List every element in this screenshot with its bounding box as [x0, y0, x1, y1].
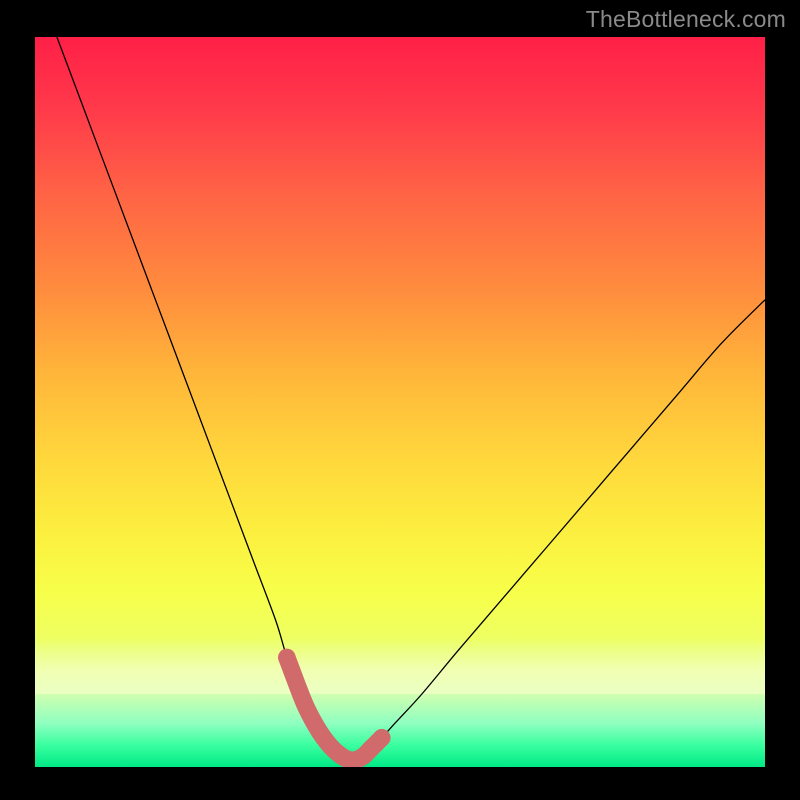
trough-dot	[373, 729, 391, 747]
curve-svg	[35, 37, 765, 767]
bottleneck-curve-path	[57, 37, 765, 760]
watermark-text: TheBottleneck.com	[586, 6, 786, 33]
trough-dot	[355, 747, 373, 765]
trough-dot	[278, 649, 296, 667]
trough-dot	[296, 696, 314, 714]
chart-frame: TheBottleneck.com	[0, 0, 800, 800]
plot-area	[35, 37, 765, 767]
